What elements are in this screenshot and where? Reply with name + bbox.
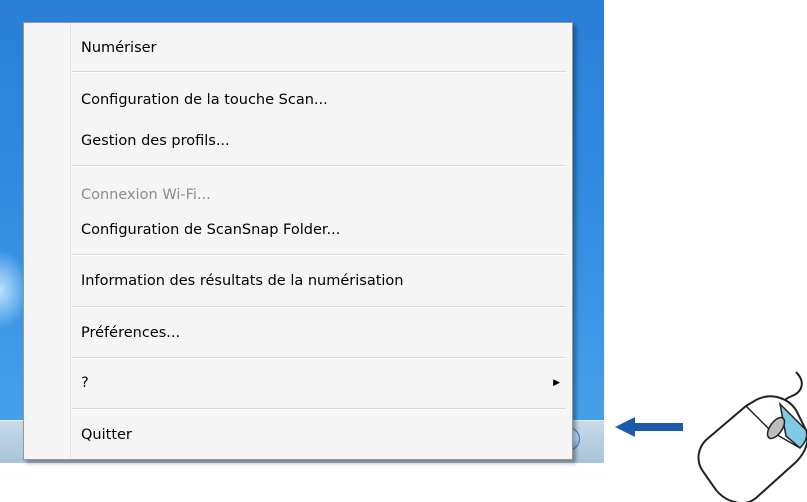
menu-item-label: Quitter: [81, 427, 132, 443]
menu-item-quit[interactable]: Quitter: [24, 418, 572, 452]
menu-item-profile-management[interactable]: Gestion des profils...: [24, 124, 572, 158]
arrow-left-icon: [615, 417, 683, 437]
menu-separator: [72, 71, 566, 73]
menu-item-help[interactable]: ? ▶: [24, 366, 572, 400]
menu-item-wifi-connection: Connexion Wi-Fi...: [24, 178, 572, 212]
menu-item-scan-button-settings[interactable]: Configuration de la touche Scan...: [24, 83, 572, 117]
submenu-arrow-icon: ▶: [553, 378, 560, 388]
menu-separator: [72, 306, 566, 308]
mouse-right-click-icon: [697, 371, 807, 502]
menu-item-scan-results-info[interactable]: Information des résultats de la numérisa…: [24, 264, 572, 298]
menu-item-label: Préférences...: [81, 325, 181, 341]
menu-item-scansnap-folder-settings[interactable]: Configuration de ScanSnap Folder...: [24, 213, 572, 247]
menu-item-label: Connexion Wi-Fi...: [81, 187, 211, 203]
menu-item-label: Configuration de ScanSnap Folder...: [81, 222, 341, 238]
menu-separator: [72, 254, 566, 256]
menu-separator: [72, 408, 566, 410]
menu-separator: [72, 357, 566, 359]
context-menu: Numériser Configuration de la touche Sca…: [23, 22, 573, 460]
menu-item-label: ?: [81, 375, 89, 391]
menu-item-label: Configuration de la touche Scan...: [81, 92, 328, 108]
menu-item-label: Gestion des profils...: [81, 133, 230, 149]
menu-item-preferences[interactable]: Préférences...: [24, 316, 572, 350]
menu-item-label: Information des résultats de la numérisa…: [81, 273, 404, 289]
menu-separator: [72, 165, 566, 167]
menu-item-label: Numériser: [81, 40, 157, 56]
menu-item-scan[interactable]: Numériser: [24, 31, 572, 65]
